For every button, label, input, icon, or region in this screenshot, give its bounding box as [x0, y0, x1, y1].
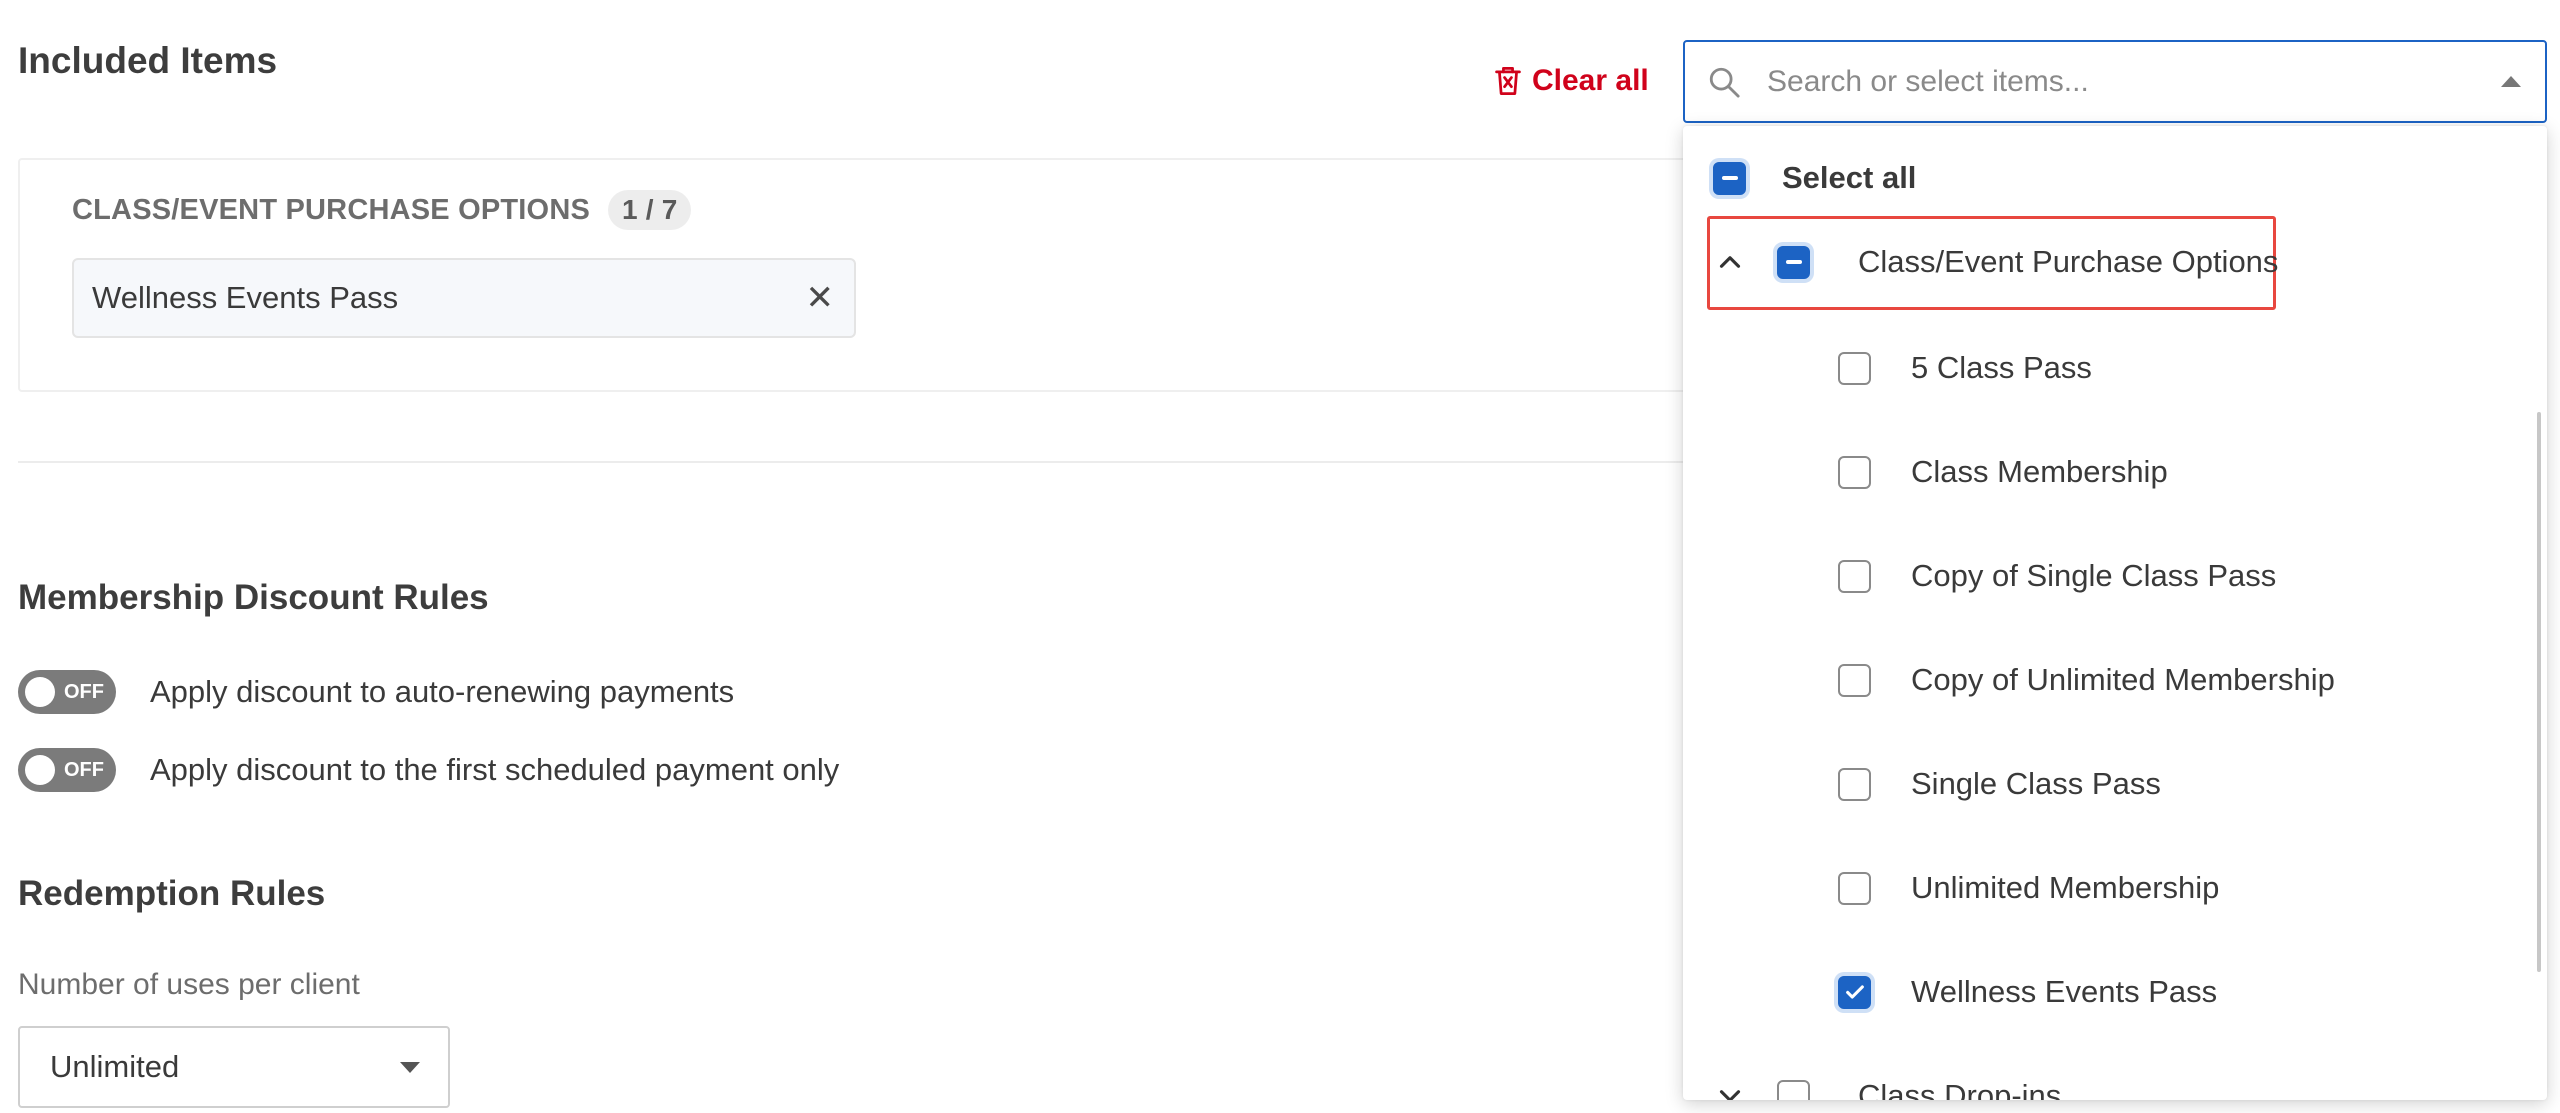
clear-all-button[interactable]: Clear all [1494, 60, 1649, 102]
trash-icon [1495, 67, 1521, 95]
included-count-badge: 1 / 7 [608, 190, 692, 230]
chip-label: Wellness Events Pass [92, 280, 399, 315]
items-dropdown-menu: Select all Class/Event Purchase Options … [1683, 126, 2547, 1100]
option-5-class-pass[interactable]: 5 Class Pass [1838, 350, 2092, 386]
option-label: Single Class Pass [1911, 766, 2161, 801]
included-item-chip: Wellness Events Pass ✕ [72, 258, 856, 338]
option-copy-unlimited-membership[interactable]: Copy of Unlimited Membership [1838, 662, 2335, 698]
chevron-up-icon[interactable] [2501, 76, 2521, 87]
group-row-class-event[interactable]: Class/Event Purchase Options [1713, 244, 2278, 280]
toggle-row-auto-renew: OFF Apply discount to auto-renewing paym… [18, 670, 734, 714]
option-label: Copy of Unlimited Membership [1911, 662, 2335, 697]
toggle-knob [25, 677, 55, 707]
clear-all-label: Clear all [1532, 64, 1649, 97]
option-checkbox[interactable] [1838, 455, 1871, 489]
chevron-down-icon [400, 1061, 420, 1073]
option-label: Class Membership [1911, 454, 2168, 489]
option-checkbox[interactable] [1838, 975, 1871, 1009]
uses-per-client-value: Unlimited [50, 1049, 180, 1084]
auto-renew-label: Apply discount to auto-renewing payments [150, 674, 735, 709]
toggle-state-label: OFF [64, 680, 104, 703]
option-checkbox[interactable] [1838, 559, 1871, 593]
option-checkbox[interactable] [1838, 767, 1871, 801]
auto-renew-toggle[interactable]: OFF [18, 670, 116, 714]
included-group-label: CLASS/EVENT PURCHASE OPTIONS [72, 193, 590, 226]
option-checkbox[interactable] [1838, 871, 1871, 905]
toggle-row-first-payment: OFF Apply discount to the first schedule… [18, 748, 839, 792]
first-payment-toggle[interactable]: OFF [18, 748, 116, 792]
chevron-down-icon[interactable] [1713, 1079, 1747, 1100]
group-label: Class/Event Purchase Options [1858, 244, 2279, 279]
toggle-knob [25, 755, 55, 785]
select-all-option[interactable]: Select all [1713, 160, 1916, 196]
option-single-class-pass[interactable]: Single Class Pass [1838, 766, 2161, 802]
page-title: Included Items [18, 40, 278, 81]
option-class-membership[interactable]: Class Membership [1838, 454, 2168, 490]
option-unlimited-membership[interactable]: Unlimited Membership [1838, 870, 2219, 906]
option-copy-single-class-pass[interactable]: Copy of Single Class Pass [1838, 558, 2276, 594]
first-payment-label: Apply discount to the first scheduled pa… [150, 752, 840, 787]
included-group-header: CLASS/EVENT PURCHASE OPTIONS 1 / 7 [72, 190, 692, 230]
remove-chip-icon[interactable]: ✕ [806, 278, 835, 318]
option-wellness-events-pass[interactable]: Wellness Events Pass [1838, 974, 2217, 1010]
uses-per-client-select[interactable]: Unlimited [18, 1026, 450, 1108]
option-label: 5 Class Pass [1911, 350, 2092, 385]
chevron-up-icon[interactable] [1713, 245, 1747, 279]
group-checkbox[interactable] [1777, 245, 1810, 279]
option-checkbox[interactable] [1838, 351, 1871, 385]
group-label: Class Drop-ins [1858, 1078, 2062, 1100]
group-checkbox[interactable] [1777, 1079, 1810, 1100]
item-search-input[interactable] [1767, 64, 2489, 99]
membership-rules-title: Membership Discount Rules [18, 578, 489, 617]
section-divider [18, 461, 1718, 463]
option-label: Unlimited Membership [1911, 870, 2220, 905]
dropdown-scrollbar[interactable] [2537, 412, 2541, 972]
checkmark-icon [1845, 985, 1864, 999]
item-search-combobox[interactable] [1683, 40, 2547, 123]
redemption-rules-title: Redemption Rules [18, 874, 326, 913]
group-row-class-drop-ins[interactable]: Class Drop-ins [1713, 1078, 2061, 1100]
search-icon [1709, 67, 1740, 98]
option-label: Wellness Events Pass [1911, 974, 2218, 1009]
select-all-label: Select all [1782, 160, 1917, 195]
select-all-checkbox[interactable] [1713, 161, 1746, 195]
option-checkbox[interactable] [1838, 663, 1871, 697]
option-label: Copy of Single Class Pass [1911, 558, 2277, 593]
uses-per-client-label: Number of uses per client [18, 968, 360, 1001]
toggle-state-label: OFF [64, 758, 104, 781]
